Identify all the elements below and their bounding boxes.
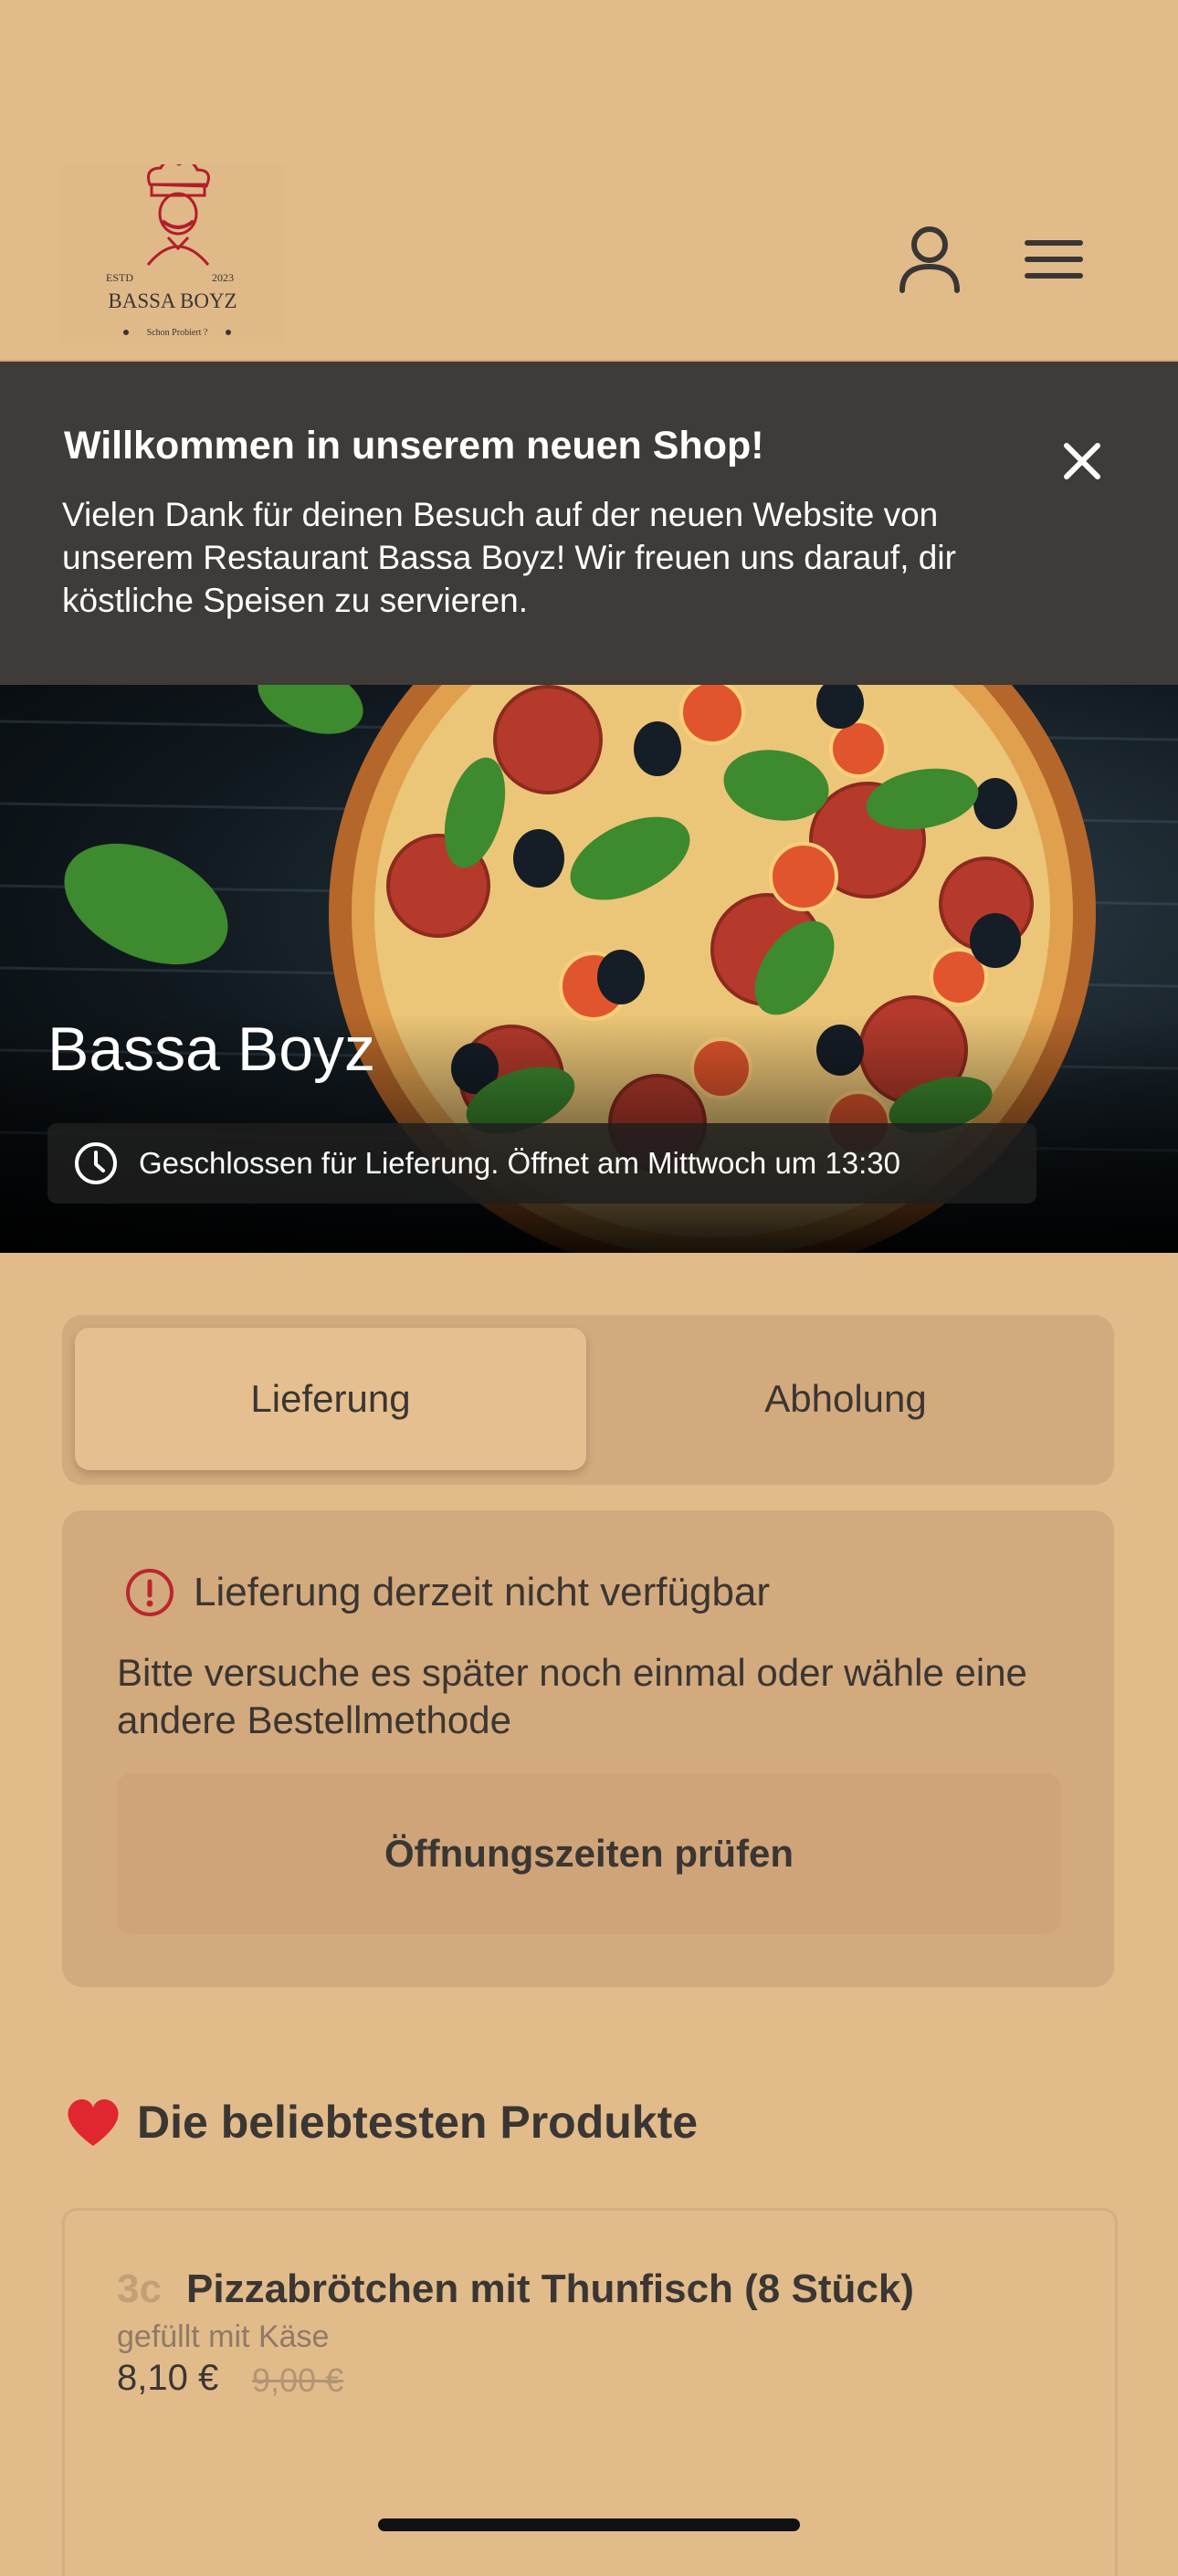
site-header: ESTD 2023 BASSA BOYZ Schon Probiert ? xyxy=(0,0,1178,362)
chef-logo-icon: ESTD 2023 BASSA BOYZ Schon Probiert ? xyxy=(106,160,237,338)
banner-close-button[interactable] xyxy=(1050,429,1114,493)
notice-title: Lieferung derzeit nicht verfügbar xyxy=(194,1570,771,1614)
delivery-status-text: Geschlossen für Lieferung. Öffnet am Mit… xyxy=(139,1146,900,1180)
bassa-boyz-logo[interactable]: ESTD 2023 BASSA BOYZ Schon Probiert ? xyxy=(60,160,285,343)
product-old-price: 9,00 € xyxy=(252,2361,344,2399)
svg-text:BASSA BOYZ: BASSA BOYZ xyxy=(108,289,237,312)
tab-lieferung[interactable]: Lieferung xyxy=(75,1328,586,1470)
notice-text: Bitte versuche es später noch einmal ode… xyxy=(117,1651,1027,1741)
popular-products-title: Die beliebtesten Produkte xyxy=(137,2097,699,2148)
product-code: 3c xyxy=(117,2266,162,2311)
person-icon xyxy=(899,226,960,293)
restaurant-name: Bassa Boyz xyxy=(47,1015,376,1084)
svg-text:Schon Probiert ?: Schon Probiert ? xyxy=(147,328,208,338)
home-indicator[interactable] xyxy=(378,2518,800,2531)
product-name[interactable]: Pizzabrötchen mit Thunfisch (8 Stück) xyxy=(186,2266,914,2312)
heart-icon xyxy=(68,2099,119,2146)
check-opening-hours-button[interactable]: Öffnungszeiten prüfen xyxy=(117,1773,1061,1934)
account-button[interactable] xyxy=(886,216,973,303)
popular-products-heading: Die beliebtesten Produkte xyxy=(64,2095,698,2150)
clock-icon xyxy=(75,1142,117,1184)
svg-text:2023: 2023 xyxy=(212,271,234,284)
tab-abholung[interactable]: Abholung xyxy=(590,1328,1101,1470)
delivery-status: Geschlossen für Lieferung. Öffnet am Mit… xyxy=(47,1123,1036,1204)
notice-heading: Lieferung derzeit nicht verfügbar xyxy=(124,1567,770,1618)
product-price: 8,10 € xyxy=(117,2358,219,2398)
close-icon xyxy=(1064,443,1100,479)
order-mode-switch: Lieferung Abholung xyxy=(62,1315,1114,1485)
banner-title: Willkommen in unserem neuen Shop! xyxy=(64,424,764,468)
svg-text:ESTD: ESTD xyxy=(106,271,133,284)
banner-text: Vielen Dank für deinen Besuch auf der ne… xyxy=(62,496,956,619)
hamburger-menu-icon xyxy=(1025,240,1083,279)
menu-button[interactable] xyxy=(1010,216,1098,303)
product-description: gefüllt mit Käse xyxy=(117,2319,330,2354)
info-icon xyxy=(126,1569,174,1616)
